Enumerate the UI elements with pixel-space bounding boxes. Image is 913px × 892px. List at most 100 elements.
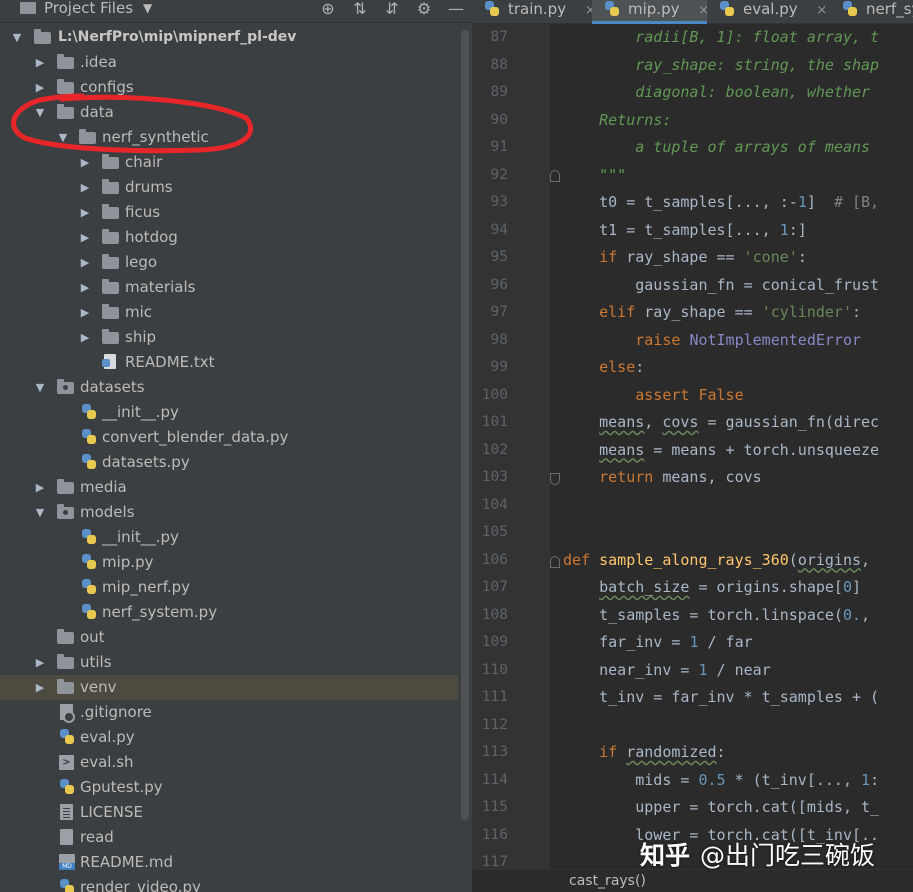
tree-item-render-video-py[interactable]: render_video.py — [0, 875, 458, 892]
code-line-106[interactable]: def sample_along_rays_360(origins, — [563, 547, 870, 575]
chevron-right-icon[interactable]: ▶ — [33, 650, 47, 675]
chevron-down-icon[interactable]: ▼ — [33, 375, 47, 400]
code-line-107[interactable]: batch_size = origins.shape[0] — [563, 574, 861, 602]
fold-marker[interactable] — [550, 170, 560, 182]
breadcrumb[interactable]: cast_rays() — [472, 869, 913, 892]
code-line-90[interactable]: Returns: — [563, 107, 671, 135]
package-folder-icon — [57, 504, 74, 519]
chevron-right-icon[interactable]: ▶ — [78, 175, 92, 200]
tree-item-media[interactable]: ▶ media — [0, 475, 458, 500]
chevron-right-icon[interactable]: ▶ — [33, 75, 47, 100]
code-line-91[interactable]: a tuple of arrays of means — [563, 134, 879, 162]
code-line-101[interactable]: means, covs = gaussian_fn(direc — [563, 409, 879, 437]
tree-item-mip-py[interactable]: mip.py — [0, 550, 458, 575]
collapse-all-icon[interactable]: ⇵ — [376, 0, 408, 18]
tree-item-nerf-synthetic[interactable]: ▼ nerf_synthetic — [0, 125, 458, 150]
code-line-104[interactable] — [563, 492, 572, 520]
tree-item-readme-txt[interactable]: README.txt — [0, 350, 458, 375]
code-line-112[interactable] — [563, 712, 572, 740]
tree-item-utils[interactable]: ▶ utils — [0, 650, 458, 675]
tree-item-data[interactable]: ▼ data — [0, 100, 458, 125]
code-line-93[interactable]: t0 = t_samples[..., :-1] # [B, — [563, 189, 879, 217]
chevron-right-icon[interactable]: ▶ — [78, 150, 92, 175]
chevron-right-icon[interactable]: ▶ — [33, 50, 47, 75]
close-icon[interactable]: × — [816, 3, 827, 18]
chevron-down-icon[interactable]: ▼ — [33, 100, 47, 125]
tree-item-datasets[interactable]: ▼ datasets — [0, 375, 458, 400]
tree-item-nerf-system-py[interactable]: nerf_system.py — [0, 600, 458, 625]
tree-item-root[interactable]: ▼ L:\NerfPro\mip\mipnerf_pl-dev — [0, 25, 458, 50]
tree-item-hotdog[interactable]: ▶ hotdog — [0, 225, 458, 250]
tree-item-gitignore[interactable]: .gitignore — [0, 700, 458, 725]
code-line-103[interactable]: return means, covs — [563, 464, 762, 492]
locate-file-icon[interactable]: ⊕ — [312, 0, 344, 18]
code-line-96[interactable]: gaussian_fn = conical_frust — [563, 272, 879, 300]
code-line-110[interactable]: near_inv = 1 / near — [563, 657, 771, 685]
tree-item-mic[interactable]: ▶ mic — [0, 300, 458, 325]
chevron-right-icon[interactable]: ▶ — [78, 250, 92, 275]
tree-item-convert-blender-data[interactable]: convert_blender_data.py — [0, 425, 458, 450]
tab-mip-py[interactable]: mip.py × — [592, 0, 709, 24]
chevron-right-icon[interactable]: ▶ — [33, 475, 47, 500]
tree-scrollbar-thumb[interactable] — [461, 30, 469, 820]
gear-icon[interactable]: ⚙ — [408, 0, 440, 18]
code-line-88[interactable]: ray_shape: string, the shap — [563, 52, 879, 80]
code-line-92[interactable]: """ — [563, 162, 626, 190]
tree-item-models-init[interactable]: __init__.py — [0, 525, 458, 550]
tab-nerf-system[interactable]: nerf_syst — [830, 0, 913, 24]
tree-item-eval-sh[interactable]: > eval.sh — [0, 750, 458, 775]
code-line-114[interactable]: mids = 0.5 * (t_inv[..., 1: — [563, 767, 879, 795]
tree-item-chair[interactable]: ▶ chair — [0, 150, 458, 175]
tree-item-license[interactable]: LICENSE — [0, 800, 458, 825]
chevron-down-icon[interactable]: ▼ — [56, 125, 70, 150]
code-line-97[interactable]: elif ray_shape == 'cylinder': — [563, 299, 861, 327]
code-line-113[interactable]: if randomized: — [563, 739, 725, 767]
tree-item-drums[interactable]: ▶ drums — [0, 175, 458, 200]
code-line-100[interactable]: assert False — [563, 382, 743, 410]
tree-item-eval-py[interactable]: eval.py — [0, 725, 458, 750]
tree-item-models[interactable]: ▼ models — [0, 500, 458, 525]
tree-item-datasets-py[interactable]: datasets.py — [0, 450, 458, 475]
chevron-right-icon[interactable]: ▶ — [78, 300, 92, 325]
tree-item-ship[interactable]: ▶ ship — [0, 325, 458, 350]
chevron-down-icon[interactable]: ▼ — [10, 25, 24, 50]
code-line-87[interactable]: radii[B, 1]: float array, t — [563, 24, 879, 52]
tree-item-mip-nerf-py[interactable]: mip_nerf.py — [0, 575, 458, 600]
chevron-down-icon[interactable]: ▼ — [33, 500, 47, 525]
tab-train-py[interactable]: train.py × — [472, 0, 596, 24]
code-line-98[interactable]: raise NotImplementedError — [563, 327, 861, 355]
chevron-right-icon[interactable]: ▶ — [78, 225, 92, 250]
tree-item-ficus[interactable]: ▶ ficus — [0, 200, 458, 225]
code-line-89[interactable]: diagonal: boolean, whether — [563, 79, 879, 107]
tree-item-out[interactable]: out — [0, 625, 458, 650]
chevron-right-icon[interactable]: ▶ — [78, 200, 92, 225]
tree-item-lego[interactable]: ▶ lego — [0, 250, 458, 275]
tree-item-datasets-init[interactable]: __init__.py — [0, 400, 458, 425]
expand-all-icon[interactable]: ⇅ — [344, 0, 376, 18]
tree-item-materials[interactable]: ▶ materials — [0, 275, 458, 300]
tree-item-readme-md[interactable]: README.md — [0, 850, 458, 875]
tab-eval-py[interactable]: eval.py × — [707, 0, 830, 24]
fold-marker[interactable] — [550, 556, 560, 568]
chevron-right-icon[interactable]: ▶ — [78, 275, 92, 300]
tree-item-read[interactable]: read — [0, 825, 458, 850]
code-line-95[interactable]: if ray_shape == 'cone': — [563, 244, 807, 272]
chevron-right-icon[interactable]: ▶ — [33, 675, 47, 700]
tree-item-idea[interactable]: ▶ .idea — [0, 50, 458, 75]
fold-marker[interactable] — [550, 473, 560, 485]
code-line-109[interactable]: far_inv = 1 / far — [563, 629, 753, 657]
code-line-111[interactable]: t_inv = far_inv * t_samples + ( — [563, 684, 879, 712]
code-line-115[interactable]: upper = torch.cat([mids, t_ — [563, 794, 879, 822]
code-line-99[interactable]: else: — [563, 354, 644, 382]
chevron-down-icon[interactable]: ▼ — [143, 1, 152, 15]
project-view-title[interactable]: Project Files — [44, 0, 133, 17]
code-line-108[interactable]: t_samples = torch.linspace(0., — [563, 602, 870, 630]
code-line-94[interactable]: t1 = t_samples[..., 1:] — [563, 217, 807, 245]
tree-item-gputest-py[interactable]: Gputest.py — [0, 775, 458, 800]
chevron-right-icon[interactable]: ▶ — [78, 325, 92, 350]
code-line-105[interactable] — [563, 519, 572, 547]
tree-item-configs[interactable]: ▶ configs — [0, 75, 458, 100]
code-line-102[interactable]: means = means + torch.unsqueeze — [563, 437, 879, 465]
tree-item-venv[interactable]: ▶ venv — [0, 675, 458, 700]
hide-panel-icon[interactable]: — — [440, 0, 472, 18]
